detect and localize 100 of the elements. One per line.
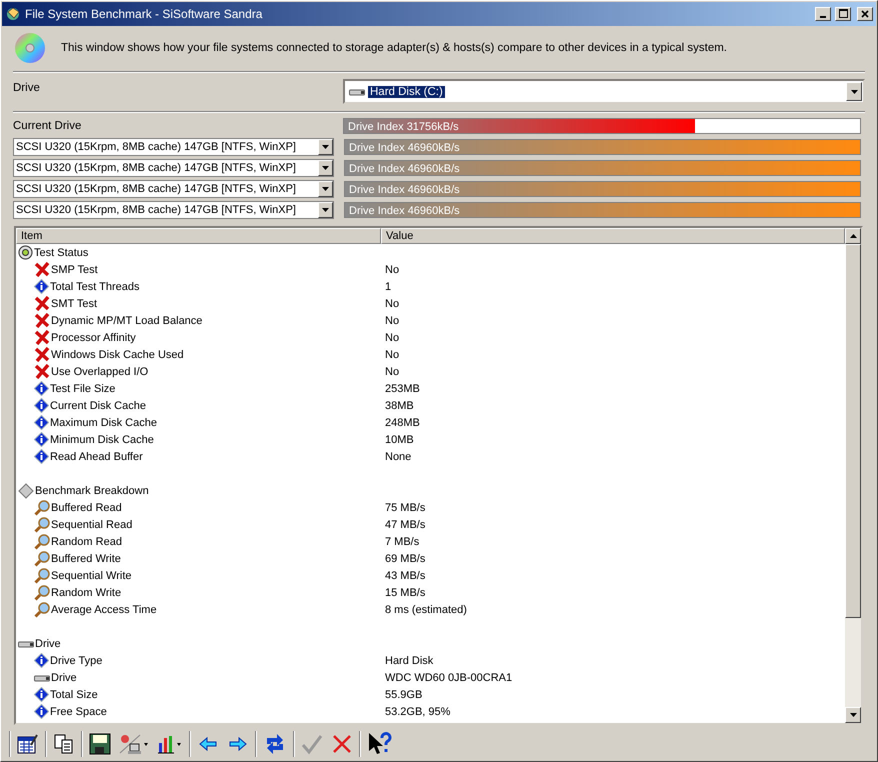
item-value: 38MB [384,400,414,412]
window-title: File System Benchmark - SiSoftware Sandra [25,6,264,21]
dropdown-button[interactable] [318,180,333,197]
cross-icon [34,347,50,362]
item-value: 1 [384,280,392,293]
info-icon [34,449,49,464]
device-select[interactable]: SCSI U320 (15Krpm, 8MB cache) 147GB [NTFS, WinXP] [13,158,334,177]
group-label: Benchmark Breakdown [35,484,149,497]
item-value: 55.9GB [384,688,422,701]
item-value: Hard Disk [384,654,434,667]
user-computer-icon[interactable] [119,733,149,756]
save-icon[interactable] [89,733,111,756]
drive-icon [18,638,34,649]
item-value: No [384,348,400,361]
item-name: Total Size [50,688,98,701]
down-arrow-icon [322,208,329,212]
device-select[interactable]: SCSI U320 (15Krpm, 8MB cache) 147GB [NTFS, WinXP] [13,180,334,198]
help-pointer-icon[interactable] [367,732,393,756]
device-select[interactable]: SCSI U320 (15Krpm, 8MB cache) 147GB [NTFS, WinXP] [13,138,334,156]
drive-icon [34,672,50,683]
cross-icon [34,296,50,312]
description-text: This window shows how your file systems connected to storage adapter(s) & hosts(s) compare to other devices in a typical system. [61,42,728,54]
item-name: Random Write [51,586,122,599]
item-value: 8 ms (estimated) [384,604,467,616]
bar-label: Drive Index 46960kB/s [348,184,460,196]
info-icon [34,653,49,668]
item-value: 53.2GB, 95% [384,706,450,718]
down-arrow-icon [322,145,329,149]
item-value: 69 MB/s [384,552,426,565]
item-value: 10MB [384,434,414,446]
item-name: Buffered Read [51,502,122,514]
item-value: No [384,264,400,276]
item-name: Drive Type [50,654,102,667]
item-value: No [384,366,400,378]
item-name: Drive [51,672,77,684]
bar-label: Drive Index 46960kB/s [348,142,460,154]
magnifier-icon [34,500,50,516]
drive-select[interactable]: Hard Disk (C:) [343,79,865,104]
item-name: SMT Test [51,298,98,310]
item-name: Test File Size [50,382,116,395]
info-icon [34,432,49,448]
magnifier-icon [34,534,50,550]
item-name: Free Space [50,706,107,718]
check-icon[interactable] [301,733,323,756]
drive-label: Drive [13,82,41,94]
item-name: Maximum Disk Cache [50,416,157,429]
app-icon [5,6,21,22]
item-name: Sequential Read [51,518,132,531]
maximize-button[interactable] [835,6,851,21]
scroll-thumb[interactable] [845,244,861,618]
item-name: Total Test Threads [50,280,140,293]
magnifier-icon [34,516,50,533]
item-name: Buffered Write [51,552,121,565]
scroll-down-button[interactable] [845,707,861,724]
dropdown-button[interactable] [318,139,333,155]
magnifier-icon [34,602,50,618]
item-value: 47 MB/s [384,518,426,531]
down-arrow-icon [850,90,858,94]
dropdown-button[interactable] [846,82,862,102]
cross-icon [34,364,50,380]
item-value: None [384,450,412,463]
item-name: SMP Test [51,264,98,276]
minimize-button[interactable] [815,6,831,21]
disc-icon [18,245,33,260]
item-name: Average Access Time [51,604,157,616]
bar-chart-icon[interactable] [157,733,183,756]
item-name: Random Read [51,536,122,548]
item-value: 43 MB/s [384,570,426,582]
close-icon [861,10,869,18]
drive-icon [349,86,365,97]
cancel-icon[interactable] [331,733,353,756]
report-icon[interactable] [17,733,39,756]
item-value: No [384,332,400,344]
disc-icon [13,30,47,65]
item-value: No [384,314,400,327]
info-icon [34,704,49,720]
down-arrow-icon [322,186,329,191]
item-value: 248MB [384,416,420,429]
item-name: Dynamic MP/MT Load Balance [51,314,202,327]
item-value: No [384,298,400,310]
minimize-icon [820,16,826,18]
item-name: Read Ahead Buffer [50,450,143,463]
cross-icon [34,313,50,328]
device-select[interactable]: SCSI U320 (15Krpm, 8MB cache) 147GB [NTFS, WinXP] [13,200,334,219]
dropdown-button[interactable] [318,160,333,176]
group-label: Test Status [34,246,88,259]
scroll-up-button[interactable] [845,228,861,244]
info-icon [34,398,49,414]
item-name: Sequential Write [51,570,132,582]
down-arrow-icon [850,713,856,718]
magnifier-icon [34,584,50,601]
column-header[interactable]: Item [16,228,381,244]
item-value: 7 MB/s [384,536,420,548]
dropdown-button[interactable] [318,202,333,218]
item-value: WDC WD60 0JB-00CRA1 [384,672,512,684]
cross-icon [34,330,50,346]
column-header[interactable]: Value [381,228,845,244]
close-button[interactable] [857,6,873,21]
copy-icon[interactable] [53,733,75,756]
item-value: 253MB [384,382,420,395]
